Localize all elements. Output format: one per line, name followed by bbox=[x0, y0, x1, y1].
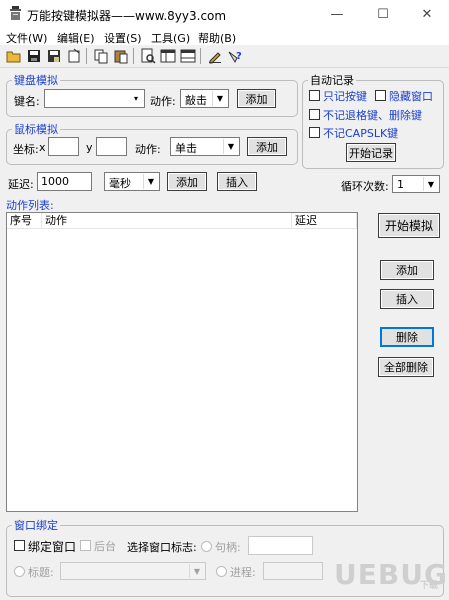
skip-capslk-checkbox[interactable] bbox=[309, 127, 320, 138]
delay-unit-value: 毫秒 bbox=[109, 177, 131, 190]
title-radio[interactable] bbox=[14, 566, 25, 577]
key-name-combo[interactable]: ▾ bbox=[44, 89, 145, 108]
skip-backspace-checkbox[interactable] bbox=[309, 109, 320, 120]
toolbar-separator bbox=[200, 48, 201, 64]
mouse-action-label: 动作: bbox=[135, 143, 161, 156]
loop-label: 循环次数: bbox=[341, 180, 389, 193]
bind-window-label: 绑定窗口 bbox=[28, 540, 77, 554]
column-header-action[interactable]: 动作 bbox=[42, 213, 292, 229]
maximize-button[interactable]: ☐ bbox=[361, 2, 405, 26]
menu-settings[interactable]: 设置(S) bbox=[104, 30, 142, 46]
close-button[interactable]: ✕ bbox=[405, 2, 449, 26]
hide-window-checkbox[interactable] bbox=[375, 90, 386, 101]
process-radio[interactable] bbox=[216, 566, 227, 577]
open-file-icon[interactable] bbox=[66, 48, 82, 64]
title-select[interactable]: ▼ bbox=[60, 562, 206, 580]
chevron-down-icon: ▼ bbox=[423, 177, 438, 191]
save-icon[interactable] bbox=[26, 48, 42, 64]
delay-unit-select[interactable]: 毫秒 ▼ bbox=[104, 172, 160, 191]
menu-help[interactable]: 帮助(B) bbox=[198, 30, 236, 46]
app-icon bbox=[10, 6, 21, 20]
keyboard-group-title: 键盘模拟 bbox=[12, 72, 60, 88]
y-coord-input[interactable] bbox=[96, 137, 127, 156]
mouse-group-title: 鼠标模拟 bbox=[12, 121, 60, 137]
autorecord-group-title: 自动记录 bbox=[308, 72, 356, 88]
copy-icon[interactable] bbox=[93, 48, 109, 64]
skip-backspace-label: 不记退格键、删除键 bbox=[323, 109, 422, 122]
mouse-action-select[interactable]: 单击 ▼ bbox=[170, 137, 240, 156]
list-delete-button[interactable]: 删除 bbox=[380, 327, 434, 347]
chevron-down-icon: ▾ bbox=[129, 91, 143, 106]
window-2-icon[interactable] bbox=[180, 48, 196, 64]
title-bar: 万能按键模拟器——www.8yy3.com — ☐ ✕ bbox=[0, 0, 449, 28]
only-keys-checkbox[interactable] bbox=[309, 90, 320, 101]
background-checkbox[interactable] bbox=[80, 540, 91, 551]
delay-value: 1000 bbox=[41, 175, 69, 188]
keyboard-action-value: 敲击 bbox=[185, 94, 207, 107]
keyboard-add-button[interactable]: 添加 bbox=[237, 89, 276, 108]
x-coord-input[interactable] bbox=[48, 137, 79, 156]
open-folder-icon[interactable] bbox=[6, 48, 22, 64]
keyboard-action-label: 动作: bbox=[150, 95, 176, 108]
hide-window-label: 隐藏窗口 bbox=[389, 90, 433, 103]
delay-input[interactable]: 1000 bbox=[37, 172, 92, 191]
column-header-index[interactable]: 序号 bbox=[7, 213, 42, 229]
handle-radio[interactable] bbox=[201, 541, 212, 552]
action-list[interactable]: 序号 动作 延迟 bbox=[6, 212, 358, 512]
print-preview-icon[interactable] bbox=[140, 48, 156, 64]
toolbar-separator bbox=[86, 48, 87, 64]
window-icon[interactable] bbox=[160, 48, 176, 64]
menu-file[interactable]: 文件(W) bbox=[6, 30, 47, 46]
process-label: 进程: bbox=[230, 566, 256, 579]
start-simulation-button[interactable]: 开始模拟 bbox=[378, 213, 440, 238]
delay-label: 延迟: bbox=[8, 178, 34, 191]
x-label: x bbox=[39, 141, 46, 154]
bind-window-checkbox[interactable] bbox=[14, 540, 25, 551]
handle-label: 句柄: bbox=[215, 541, 241, 554]
svg-text:?: ? bbox=[236, 51, 242, 62]
mouse-action-value: 单击 bbox=[175, 142, 197, 155]
skip-capslk-label: 不记CAPSLK键 bbox=[323, 127, 399, 140]
edit-icon[interactable] bbox=[207, 48, 223, 64]
chevron-down-icon: ▼ bbox=[189, 564, 204, 578]
action-list-title: 动作列表: bbox=[6, 199, 54, 212]
y-label: y bbox=[86, 141, 93, 154]
background-label: 后台 bbox=[94, 540, 116, 553]
help-icon[interactable]: ? bbox=[227, 48, 243, 64]
toolbar: ? bbox=[0, 45, 449, 68]
coord-label: 坐标: bbox=[13, 143, 39, 156]
loop-count-value: 1 bbox=[397, 178, 404, 191]
title-label: 标题: bbox=[28, 566, 54, 579]
loop-count-select[interactable]: 1 ▼ bbox=[392, 175, 440, 193]
chevron-down-icon: ▼ bbox=[212, 91, 227, 106]
start-record-button[interactable]: 开始记录 bbox=[346, 143, 396, 162]
chevron-down-icon: ▼ bbox=[223, 139, 238, 154]
minimize-button[interactable]: — bbox=[315, 2, 359, 26]
menu-edit[interactable]: 编辑(E) bbox=[57, 30, 95, 46]
column-header-delay[interactable]: 延迟 bbox=[292, 213, 357, 229]
list-delete-all-button[interactable]: 全部删除 bbox=[378, 357, 434, 377]
paste-icon[interactable] bbox=[113, 48, 129, 64]
list-insert-button[interactable]: 插入 bbox=[380, 289, 434, 309]
chevron-down-icon: ▼ bbox=[143, 174, 158, 189]
mouse-add-button[interactable]: 添加 bbox=[247, 137, 287, 156]
delay-add-button[interactable]: 添加 bbox=[167, 172, 207, 191]
select-window-flag-label: 选择窗口标志: bbox=[127, 541, 197, 554]
key-name-label: 键名: bbox=[14, 95, 40, 108]
process-input[interactable] bbox=[263, 562, 323, 580]
delay-insert-button[interactable]: 插入 bbox=[217, 172, 257, 191]
only-keys-label: 只记按键 bbox=[323, 90, 367, 103]
menu-tools[interactable]: 工具(G) bbox=[151, 30, 190, 46]
window-title: 万能按键模拟器——www.8yy3.com bbox=[27, 9, 227, 23]
handle-input[interactable] bbox=[248, 536, 313, 555]
window-bind-group-title: 窗口绑定 bbox=[12, 517, 60, 533]
keyboard-action-select[interactable]: 敲击 ▼ bbox=[180, 89, 229, 108]
list-add-button[interactable]: 添加 bbox=[380, 260, 434, 280]
toolbar-separator bbox=[133, 48, 134, 64]
menu-bar: 文件(W) 编辑(E) 设置(S) 工具(G) 帮助(B) bbox=[0, 28, 449, 45]
save-as-icon[interactable] bbox=[46, 48, 62, 64]
watermark-sub: 下载 bbox=[420, 581, 439, 591]
